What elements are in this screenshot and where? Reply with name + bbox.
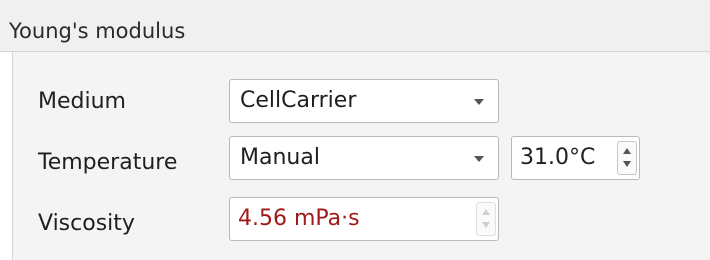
- temperature-mode-value: Manual: [240, 145, 320, 170]
- temperature-label: Temperature: [38, 150, 178, 175]
- chevron-down-icon: [474, 156, 484, 162]
- spin-up-icon: [482, 209, 490, 215]
- medium-label: Medium: [38, 89, 126, 114]
- temperature-mode-combobox[interactable]: Manual: [229, 136, 499, 180]
- viscosity-spinbox[interactable]: 4.56 mPa·s: [229, 197, 499, 241]
- medium-combobox[interactable]: CellCarrier: [229, 79, 499, 123]
- temperature-value: 31.0°C: [520, 145, 596, 170]
- group-title: Young's modulus: [9, 19, 186, 43]
- viscosity-stepper: [476, 202, 496, 236]
- spin-up-icon[interactable]: [623, 148, 631, 154]
- viscosity-value: 4.56 mPa·s: [238, 206, 360, 231]
- chevron-down-icon: [474, 99, 484, 105]
- spin-down-icon: [482, 222, 490, 228]
- viscosity-label: Viscosity: [38, 211, 135, 236]
- temperature-stepper[interactable]: [617, 141, 637, 175]
- temperature-spinbox[interactable]: 31.0°C: [511, 136, 640, 180]
- group-panel: Medium CellCarrier Temperature Manual 31…: [12, 52, 710, 260]
- group-header: Young's modulus: [0, 0, 710, 52]
- spin-down-icon[interactable]: [623, 161, 631, 167]
- medium-value: CellCarrier: [240, 88, 357, 113]
